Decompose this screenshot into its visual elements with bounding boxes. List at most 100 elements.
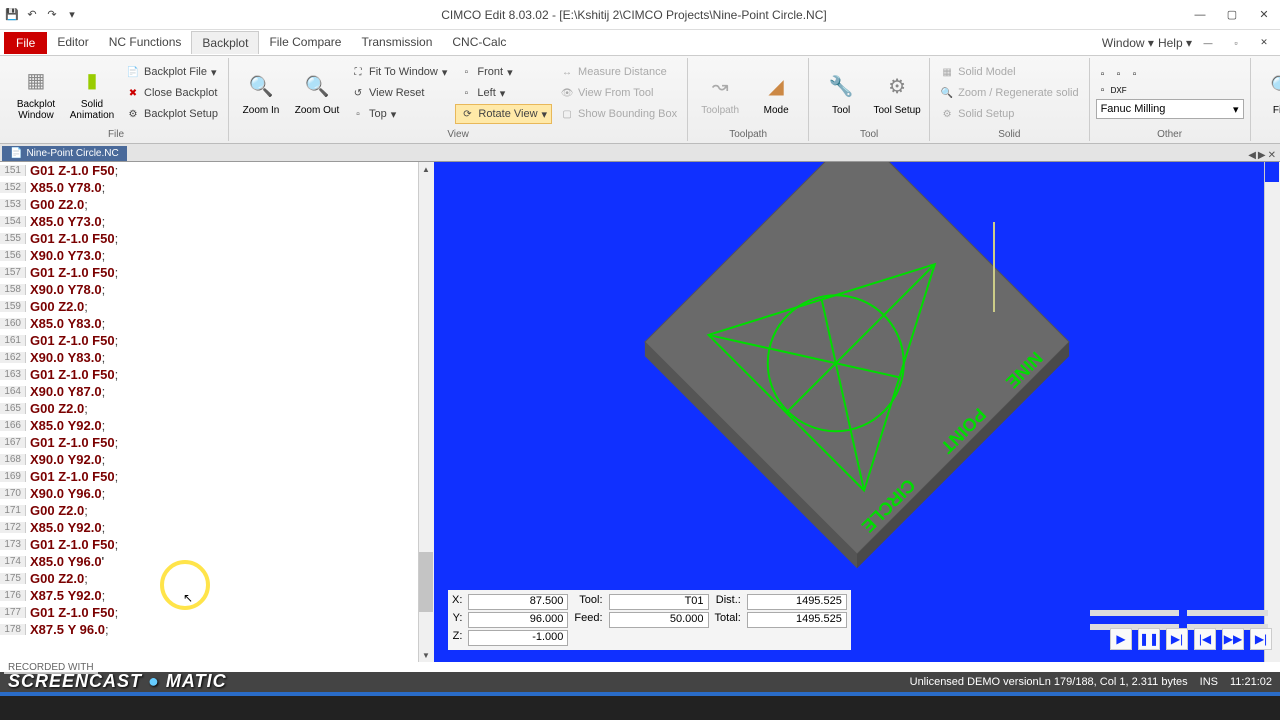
code-line[interactable]: 151G01 Z-1.0 F50; [0,162,434,179]
code-line[interactable]: 162X90.0 Y83.0; [0,349,434,366]
mode-button[interactable]: ◢Mode [750,60,802,126]
doc-restore-button[interactable]: ▫ [1224,33,1248,53]
measure-distance-button[interactable]: ↔Measure Distance [556,62,681,82]
maximize-button[interactable]: ▢ [1220,5,1244,25]
code-line[interactable]: 171G00 Z2.0; [0,502,434,519]
code-line[interactable]: 164X90.0 Y87.0; [0,383,434,400]
view-reset-button[interactable]: ↺View Reset [347,83,451,103]
scroll-down-icon[interactable]: ▼ [419,648,433,662]
code-line[interactable]: 170X90.0 Y96.0; [0,485,434,502]
filetab-active[interactable]: 📄Nine-Point Circle.NC [2,146,127,161]
save-icon[interactable]: 💾 [4,7,20,23]
step-back-button[interactable]: |◀ [1194,628,1216,650]
viewer-scroll-thumb[interactable] [1265,162,1279,182]
status-position: Ln 179/188, Col 1, 2.311 bytes [1039,676,1188,688]
tab-file-compare[interactable]: File Compare [259,31,351,54]
code-line[interactable]: 156X90.0 Y73.0; [0,247,434,264]
top-view-button[interactable]: ▫Top ▾ [347,104,451,124]
file-menu[interactable]: File [4,32,47,54]
doc-close-button[interactable]: ✕ [1252,33,1276,53]
code-line[interactable]: 165G00 Z2.0; [0,400,434,417]
show-bounding-box-button[interactable]: ▢Show Bounding Box [556,104,681,124]
scroll-up-icon[interactable]: ▲ [419,162,433,176]
zoom-regen-button[interactable]: 🔍Zoom / Regenerate solid [936,83,1082,103]
code-line[interactable]: 153G00 Z2.0; [0,196,434,213]
backplot-window-button[interactable]: ▦Backplot Window [10,60,62,126]
pause-button[interactable]: ❚❚ [1138,628,1160,650]
backplot-setup-button[interactable]: ⚙Backplot Setup [122,104,222,124]
code-line[interactable]: 157G01 Z-1.0 F50; [0,264,434,281]
other-icon-1[interactable]: ▫ [1096,67,1110,81]
code-line[interactable]: 178X87.5 Y 96.0; [0,621,434,638]
other-icon-5[interactable]: DXF [1112,83,1126,97]
code-line[interactable]: 168X90.0 Y92.0; [0,451,434,468]
code-line[interactable]: 154X85.0 Y73.0; [0,213,434,230]
view-from-tool-button[interactable]: 👁View From Tool [556,83,681,103]
find-button[interactable]: 🔍Find [1257,60,1280,126]
solid-setup-button[interactable]: ⚙Solid Setup [936,104,1082,124]
tab-transmission[interactable]: Transmission [351,31,442,54]
undo-icon[interactable]: ↶ [24,7,40,23]
left-view-button[interactable]: ▫Left ▾ [455,83,552,103]
filetab-next-icon[interactable]: ▶ [1258,150,1266,161]
tool-setup-button[interactable]: ⚙Tool Setup [871,60,923,126]
code-line[interactable]: 159G00 Z2.0; [0,298,434,315]
minimize-button[interactable]: — [1188,5,1212,25]
to-end-button[interactable]: ▶| [1250,628,1272,650]
window-menu[interactable]: Window ▾ [1102,36,1154,50]
front-view-button[interactable]: ▫Front ▾ [455,62,552,82]
code-line[interactable]: 160X85.0 Y83.0; [0,315,434,332]
code-line[interactable]: 169G01 Z-1.0 F50; [0,468,434,485]
rotate-view-button[interactable]: ⟳Rotate View ▾ [455,104,552,124]
filetab-close-icon[interactable]: ✕ [1268,150,1276,161]
code-line[interactable]: 161G01 Z-1.0 F50; [0,332,434,349]
filetab-prev-icon[interactable]: ◀ [1248,150,1256,161]
coordinate-panel: X:87.500 Tool:T01 Dist.:1495.525 Y:96.00… [448,590,851,650]
close-backplot-button[interactable]: ✖Close Backplot [122,83,222,103]
tool-button[interactable]: 🔧Tool [815,60,867,126]
redo-icon[interactable]: ↷ [44,7,60,23]
progress-slider[interactable] [1090,610,1268,616]
doc-minimize-button[interactable]: — [1196,33,1220,53]
tab-editor[interactable]: Editor [47,31,98,54]
close-button[interactable]: ✕ [1252,5,1276,25]
play-button[interactable]: ▶ [1110,628,1132,650]
code-editor[interactable]: 151G01 Z-1.0 F50;152X85.0 Y78.0;153G00 Z… [0,162,434,662]
other-icon-2[interactable]: ▫ [1112,67,1126,81]
solid-animation-button[interactable]: ▮Solid Animation [66,60,118,126]
toolpath-button[interactable]: ↝Toolpath [694,60,746,126]
code-line[interactable]: 166X85.0 Y92.0; [0,417,434,434]
backplot-viewer[interactable]: NINE POINT CIRCLE [434,162,1280,662]
file-type-combo[interactable]: Fanuc Milling▾ [1096,99,1244,119]
code-line[interactable]: 176X87.5 Y92.0; [0,587,434,604]
viewer-scrollbar[interactable] [1264,162,1280,662]
qat-dropdown-icon[interactable]: ▾ [64,7,80,23]
code-line[interactable]: 155G01 Z-1.0 F50; [0,230,434,247]
solid-model-button[interactable]: ▦Solid Model [936,62,1082,82]
editor-scrollbar[interactable]: ▲ ▼ [418,162,434,662]
other-icon-4[interactable]: ▫ [1096,83,1110,97]
status-demo: Unlicensed DEMO version [910,676,1039,688]
code-line[interactable]: 152X85.0 Y78.0; [0,179,434,196]
code-line[interactable]: 167G01 Z-1.0 F50; [0,434,434,451]
help-menu[interactable]: Help ▾ [1158,36,1192,50]
code-line[interactable]: 172X85.0 Y92.0; [0,519,434,536]
tab-nc-functions[interactable]: NC Functions [99,31,192,54]
code-line[interactable]: 158X90.0 Y78.0; [0,281,434,298]
tab-cnc-calc[interactable]: CNC-Calc [442,31,516,54]
fit-to-window-button[interactable]: ⛶Fit To Window ▾ [347,62,451,82]
fast-fwd-button[interactable]: ▶▶ [1222,628,1244,650]
code-line[interactable]: 174X85.0 Y96.0' [0,553,434,570]
backplot-file-button[interactable]: 📄Backplot File ▾ [122,62,222,82]
taskbar[interactable] [0,692,1280,720]
code-line[interactable]: 175G00 Z2.0; [0,570,434,587]
code-line[interactable]: 177G01 Z-1.0 F50; [0,604,434,621]
step-fwd-button[interactable]: ▶| [1166,628,1188,650]
scroll-thumb[interactable] [419,552,433,612]
zoom-in-button[interactable]: 🔍Zoom In [235,60,287,126]
other-icon-3[interactable]: ▫ [1128,67,1142,81]
tab-backplot[interactable]: Backplot [191,31,259,54]
code-line[interactable]: 163G01 Z-1.0 F50; [0,366,434,383]
code-line[interactable]: 173G01 Z-1.0 F50; [0,536,434,553]
zoom-out-button[interactable]: 🔍Zoom Out [291,60,343,126]
